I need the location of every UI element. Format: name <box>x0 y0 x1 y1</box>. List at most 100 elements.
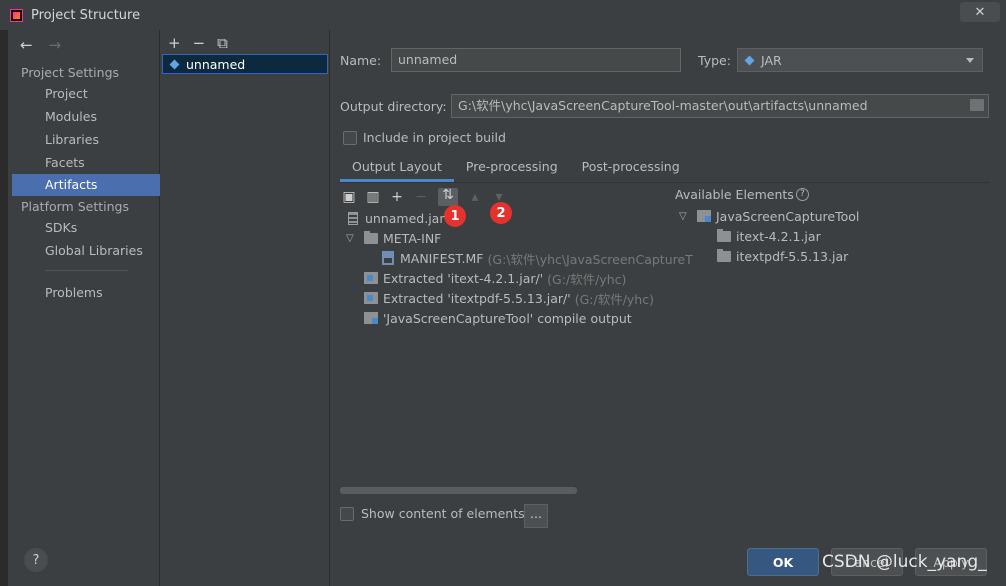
show-content-row: Show content of elements <box>340 506 525 521</box>
tab-pre-processing[interactable]: Pre-processing <box>454 156 570 182</box>
horizontal-scrollbar[interactable] <box>340 487 577 494</box>
watermark-text: CSDN @luck_yang_ <box>822 552 987 572</box>
tree-node-meta-inf[interactable]: ▽ META-INF <box>346 228 441 248</box>
tree-node-path: (G:/软件/yhc) <box>574 291 654 307</box>
close-window-button[interactable]: ✕ <box>960 2 1000 22</box>
available-node-label: itext-4.2.1.jar <box>736 228 821 244</box>
jar-icon <box>348 211 358 225</box>
artifact-diamond-icon <box>169 59 180 70</box>
type-label: Type: <box>698 53 731 68</box>
output-directory-label: Output directory: <box>340 99 447 114</box>
artifacts-list-panel: + − ⧉ unnamed <box>160 30 330 586</box>
extracted-archive-icon <box>364 292 378 304</box>
window-title: Project Structure <box>31 7 141 23</box>
help-icon[interactable]: ? <box>795 187 809 201</box>
sidebar-item-global-libraries[interactable]: Global Libraries <box>45 243 143 258</box>
sidebar-item-modules[interactable]: Modules <box>45 109 97 124</box>
chevron-down-icon[interactable]: ▽ <box>679 211 691 222</box>
tree-node-manifest[interactable]: MANIFEST.MF (G:\软件\yhc\JavaScreenCapture… <box>382 248 693 268</box>
arrow-right-icon[interactable]: → <box>49 36 62 54</box>
artifact-editor: Name: unnamed Type: JAR Output directory… <box>330 30 1006 586</box>
artifact-list-item[interactable]: unnamed <box>162 54 328 74</box>
tree-node-extracted-itextpdf[interactable]: Extracted 'itextpdf-5.5.13.jar/' (G:/软件/… <box>364 288 654 308</box>
create-archive-icon[interactable]: ▥ <box>366 190 380 204</box>
chevron-down-icon <box>966 58 974 63</box>
tab-output-layout[interactable]: Output Layout <box>340 156 454 182</box>
project-structure-dialog: ← → Project Settings Project Modules Lib… <box>8 30 1006 586</box>
help-button[interactable]: ? <box>24 548 48 572</box>
tree-node-path: (G:\软件\yhc\JavaScreenCaptureT <box>487 251 693 267</box>
intellij-logo-icon <box>10 8 23 22</box>
sidebar-item-project[interactable]: Project <box>45 86 88 101</box>
output-directory-field[interactable]: G:\软件\yhc\JavaScreenCaptureTool-master\o… <box>451 94 989 118</box>
tree-node-extracted-itext[interactable]: Extracted 'itext-4.2.1.jar/' (G:/软件/yhc) <box>364 268 626 288</box>
settings-sidebar: ← → Project Settings Project Modules Lib… <box>8 30 160 586</box>
available-module-node[interactable]: ▽ JavaScreenCaptureTool <box>679 206 859 226</box>
tab-post-processing[interactable]: Post-processing <box>570 156 692 182</box>
move-up-icon[interactable]: ▴ <box>468 190 482 204</box>
tabs-divider <box>340 182 990 183</box>
tree-node-label: Extracted 'itext-4.2.1.jar/' <box>383 270 544 286</box>
output-directory-value: G:\软件\yhc\JavaScreenCaptureTool-master\o… <box>458 98 868 113</box>
type-value: JAR <box>761 52 782 68</box>
available-node-label: itextpdf-5.5.13.jar <box>736 248 849 264</box>
background-strip <box>0 30 8 586</box>
tree-node-compile-output[interactable]: 'JavaScreenCaptureTool' compile output <box>364 308 632 328</box>
copy-icon[interactable]: ⧉ <box>217 34 228 52</box>
include-build-label: Include in project build <box>363 130 506 145</box>
sidebar-item-artifacts[interactable]: Artifacts <box>12 174 160 196</box>
available-node-label: JavaScreenCaptureTool <box>716 208 860 224</box>
sidebar-item-facets[interactable]: Facets <box>45 155 85 170</box>
arrow-left-icon[interactable]: ← <box>20 36 33 54</box>
section-platform-settings: Platform Settings <box>21 199 129 214</box>
tree-node-label: unnamed.jar <box>365 210 445 226</box>
available-library-node[interactable]: itext-4.2.1.jar <box>717 226 821 246</box>
type-select[interactable]: JAR <box>737 48 983 72</box>
remove-icon[interactable]: − <box>193 34 206 52</box>
available-elements-title: Available Elements <box>675 186 794 202</box>
extracted-archive-icon <box>364 272 378 284</box>
folder-icon <box>364 230 378 244</box>
show-content-label: Show content of elements <box>361 506 525 521</box>
name-label: Name: <box>340 53 382 68</box>
question-icon: ? <box>32 552 40 568</box>
tree-node-label: Extracted 'itextpdf-5.5.13.jar/' <box>383 290 571 306</box>
ok-button[interactable]: OK <box>747 548 819 576</box>
nav-arrows: ← → <box>20 36 61 54</box>
available-elements-header: Available Elements ? <box>675 184 809 204</box>
sidebar-divider <box>45 270 128 271</box>
module-output-icon <box>364 312 378 324</box>
annotation-marker-1: 1 <box>444 205 466 227</box>
close-icon: ✕ <box>974 4 986 20</box>
chevron-down-icon[interactable]: ▽ <box>346 233 358 244</box>
title-bar: Project Structure ✕ <box>0 0 1006 30</box>
available-library-node[interactable]: itextpdf-5.5.13.jar <box>717 246 848 266</box>
name-field[interactable]: unnamed <box>391 48 681 72</box>
manifest-file-icon <box>382 251 394 265</box>
add-icon[interactable]: + <box>168 34 181 52</box>
module-icon <box>697 210 711 222</box>
new-directory-icon[interactable]: ▣ <box>342 190 356 204</box>
sidebar-item-problems[interactable]: Problems <box>45 285 103 300</box>
jar-diamond-icon <box>744 55 755 66</box>
annotation-marker-2: 2 <box>490 202 512 224</box>
tree-node-jar[interactable]: unnamed.jar <box>348 208 444 228</box>
include-build-checkbox[interactable] <box>343 131 357 145</box>
section-project-settings: Project Settings <box>21 65 120 80</box>
tree-node-label: MANIFEST.MF <box>400 250 484 266</box>
editor-tabs: Output Layout Pre-processing Post-proces… <box>340 156 692 182</box>
remove-icon[interactable]: − <box>414 190 428 204</box>
show-content-options-button[interactable]: ... <box>524 504 548 528</box>
sort-elements-icon[interactable]: ⇅ <box>438 188 458 206</box>
folder-browse-icon[interactable] <box>970 99 984 111</box>
sidebar-item-sdks[interactable]: SDKs <box>45 220 77 235</box>
add-copy-icon[interactable]: + <box>390 190 404 204</box>
tree-node-label: META-INF <box>383 230 442 246</box>
library-icon <box>717 228 731 242</box>
tree-node-label: 'JavaScreenCaptureTool' compile output <box>383 310 632 326</box>
output-layout-toolbar: ▣ ▥ + − ⇅ ▴ ▾ <box>342 188 506 206</box>
tree-node-path: (G:/软件/yhc) <box>547 271 627 287</box>
show-content-checkbox[interactable] <box>340 506 354 521</box>
sidebar-item-libraries[interactable]: Libraries <box>45 132 99 147</box>
artifact-name: unnamed <box>186 56 246 72</box>
